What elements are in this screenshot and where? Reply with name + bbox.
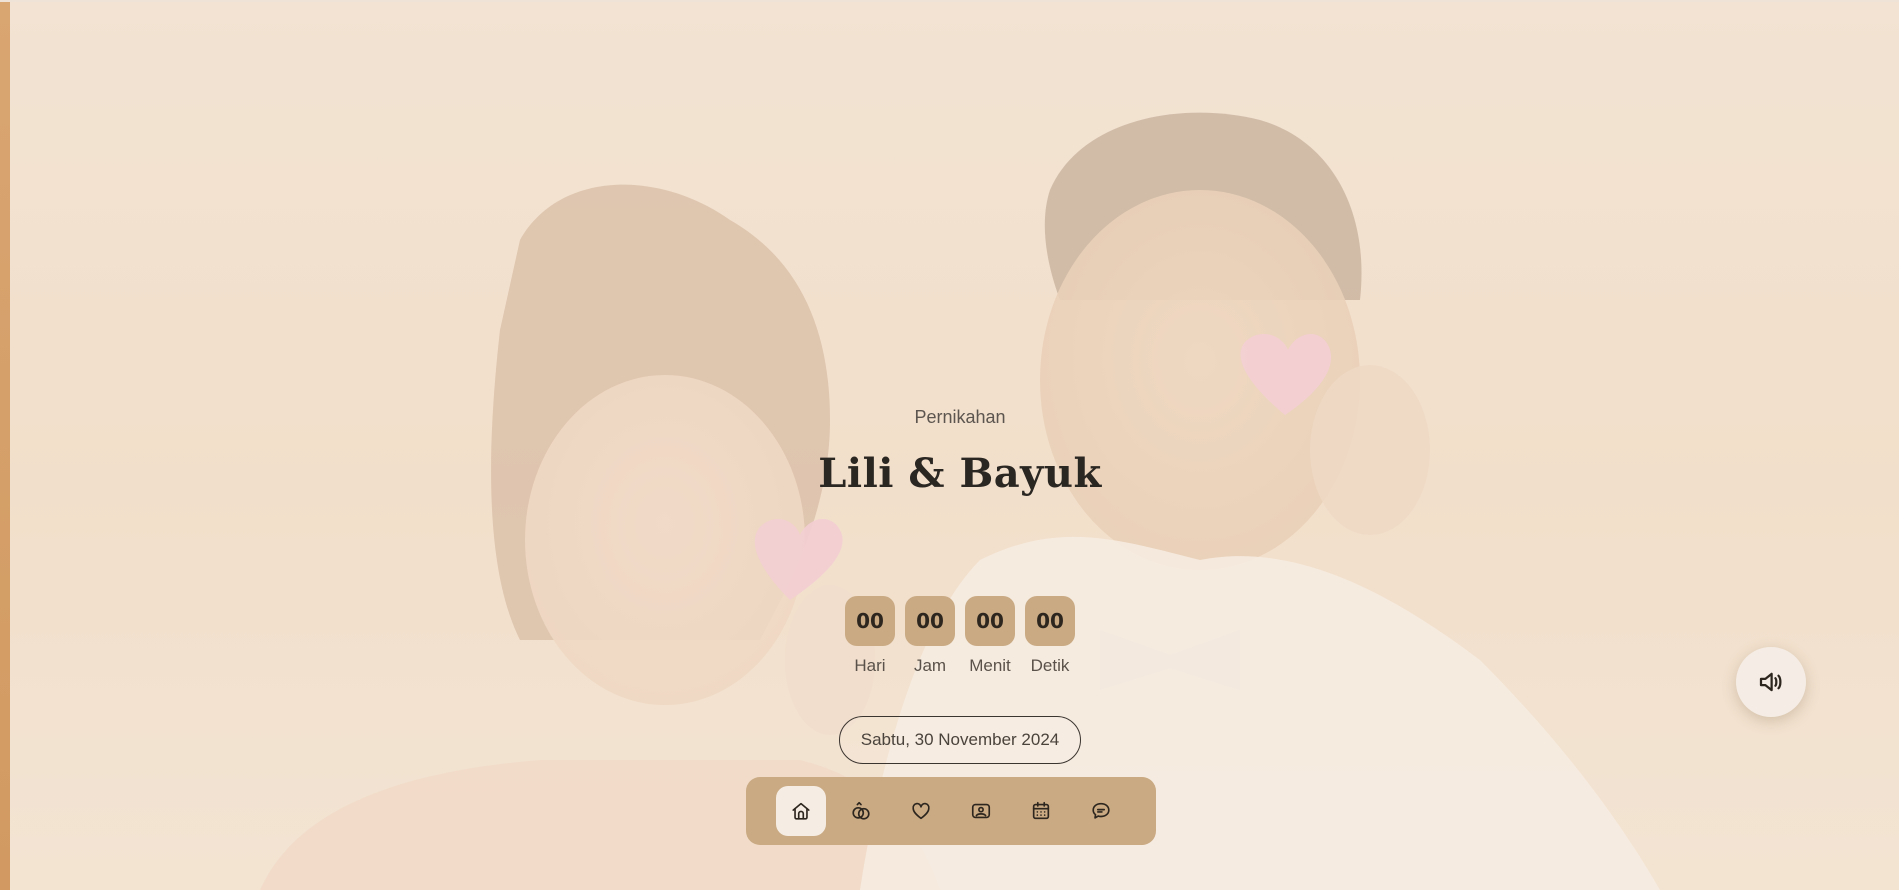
nav-wishes-button[interactable]: [1076, 786, 1126, 836]
audio-toggle-button[interactable]: [1736, 647, 1806, 717]
countdown-seconds-value: 00: [1025, 596, 1075, 646]
countdown-seconds-label: Detik: [1030, 656, 1070, 675]
countdown-hours-label: Jam: [913, 656, 947, 675]
countdown-days: 00 Hari: [845, 596, 895, 676]
countdown-timer: 00 Hari 00 Jam 00 Menit 00 Detik: [845, 596, 1075, 676]
nav-love-story-button[interactable]: [896, 786, 946, 836]
countdown-minutes-label: Menit: [969, 656, 1011, 675]
countdown-seconds: 00 Detik: [1025, 596, 1075, 676]
home-icon: [792, 802, 810, 820]
countdown-hours: 00 Jam: [905, 596, 955, 676]
gallery-icon: [971, 803, 991, 819]
nav-event-button[interactable]: [1016, 786, 1066, 836]
bottom-navigation: [746, 777, 1156, 845]
countdown-days-value: 00: [845, 596, 895, 646]
rings-icon: [852, 801, 870, 820]
speaker-icon: [1759, 672, 1782, 692]
countdown-hours-value: 00: [905, 596, 955, 646]
chat-icon: [1092, 802, 1110, 819]
countdown-minutes-value: 00: [965, 596, 1015, 646]
event-type-label: Pernikahan: [914, 407, 1006, 427]
calendar-icon: [1032, 801, 1050, 820]
event-date-badge: Sabtu, 30 November 2024: [839, 716, 1081, 764]
nav-home-button[interactable]: [776, 786, 826, 836]
couple-names-title: Lili & Bayuk: [818, 450, 1102, 497]
countdown-days-label: Hari: [854, 656, 886, 675]
nav-couple-button[interactable]: [836, 786, 886, 836]
heart-icon: [912, 802, 930, 820]
nav-gallery-button[interactable]: [956, 786, 1006, 836]
countdown-minutes: 00 Menit: [965, 596, 1015, 676]
